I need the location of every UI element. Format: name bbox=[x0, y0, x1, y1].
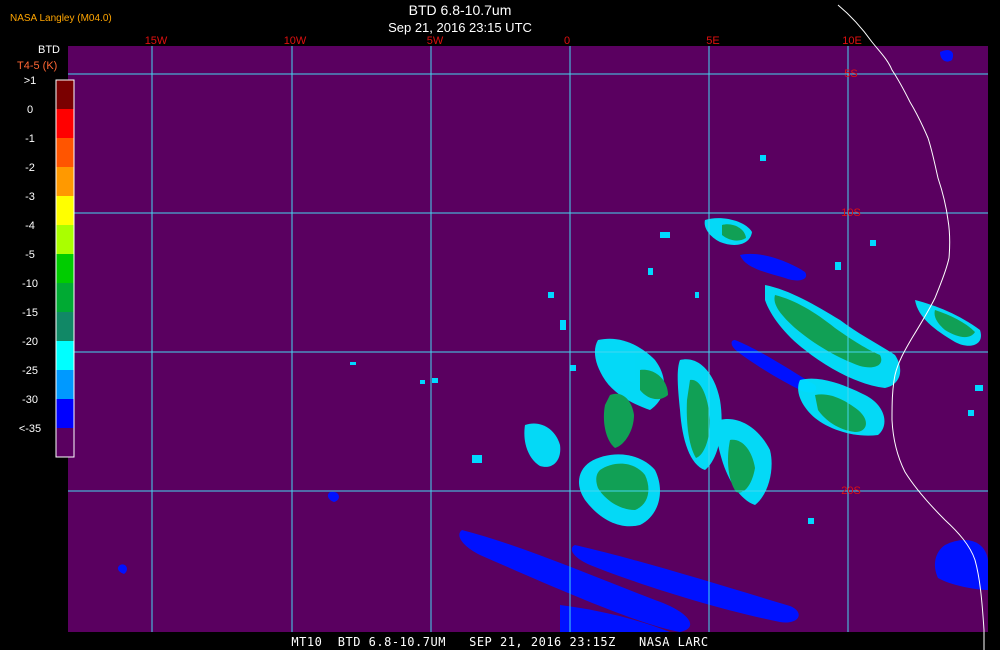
legend-swatch bbox=[56, 341, 74, 370]
legend-tick-label: -15 bbox=[22, 307, 38, 319]
legend-tick-label: -2 bbox=[25, 162, 35, 174]
footer-caption: MT10 BTD 6.8-10.7UM SEP 21, 2016 23:15Z … bbox=[291, 635, 709, 649]
lon-label: 5W bbox=[427, 35, 444, 47]
product-title: BTD 6.8-10.7um bbox=[408, 2, 512, 18]
legend-swatch bbox=[56, 225, 74, 254]
lon-label: 10W bbox=[284, 35, 307, 47]
lat-label: 20S bbox=[841, 485, 861, 497]
lon-label: 10E bbox=[842, 35, 862, 47]
legend-swatch bbox=[56, 428, 74, 457]
legend-swatch bbox=[56, 312, 74, 341]
legend-tick-label: -20 bbox=[22, 336, 38, 348]
legend-swatch bbox=[56, 370, 74, 399]
legend-title: BTD bbox=[38, 44, 60, 56]
lon-label: 5E bbox=[706, 35, 719, 47]
lon-label: 15W bbox=[145, 35, 168, 47]
legend-tick-label: -5 bbox=[25, 249, 35, 261]
legend-units: T4-5 (K) bbox=[17, 60, 58, 72]
legend-tick-label: -1 bbox=[25, 133, 35, 145]
legend-tick-label: -10 bbox=[22, 278, 38, 290]
legend-tick-label: -4 bbox=[25, 220, 35, 232]
legend-swatch bbox=[56, 254, 74, 283]
legend-swatch bbox=[56, 399, 74, 428]
legend-colorbar bbox=[55, 79, 75, 458]
legend-tick-label: -3 bbox=[25, 191, 35, 203]
legend-tick-label: <-35 bbox=[18, 423, 42, 435]
lon-label: 0 bbox=[564, 35, 570, 47]
satellite-map: 15W 10W 5W 0 5E 10E 5S 10S 20S bbox=[55, 4, 988, 650]
legend-swatch bbox=[56, 196, 74, 225]
legend-tick-label: -25 bbox=[22, 365, 38, 377]
legend-swatch bbox=[56, 80, 74, 109]
lat-label: 10S bbox=[841, 207, 861, 219]
legend-swatch bbox=[56, 109, 74, 138]
legend-tick-label: >1 bbox=[23, 75, 37, 87]
image-datetime: Sep 21, 2016 23:15 UTC bbox=[388, 20, 532, 35]
legend-swatch bbox=[56, 283, 74, 312]
legend-tick-label: -30 bbox=[22, 394, 38, 406]
legend-swatch bbox=[56, 138, 74, 167]
longitude-labels: 15W 10W 5W 0 5E 10E bbox=[145, 35, 862, 47]
lat-label: 5S bbox=[844, 68, 857, 80]
legend-swatch bbox=[56, 167, 74, 196]
legend-tick-label: 0 bbox=[26, 104, 34, 116]
